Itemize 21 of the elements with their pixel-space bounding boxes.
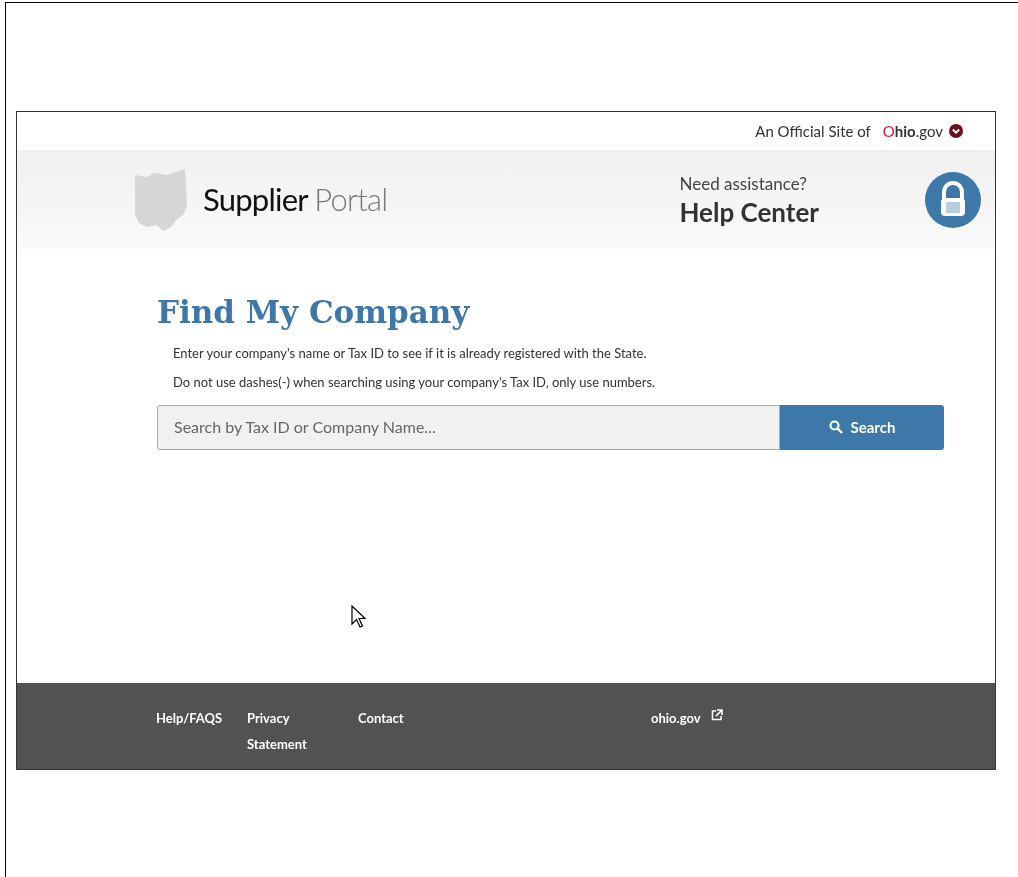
footer-link[interactable]: Privacy Statement [247,705,317,757]
search-field[interactable]: Search by Tax ID or Company Name... [157,404,780,450]
footer-link[interactable]: Contact [358,705,478,731]
brand-subtitle: Portal [314,180,388,219]
state-map-icon [133,168,189,231]
page-title: Find My Company [157,293,471,332]
help-center-link[interactable]: Help Center [679,196,819,229]
external-footer-link[interactable]: ohio.gov [651,705,723,731]
search-button[interactable]: Search [780,404,944,450]
search-icon [828,420,843,435]
mouse-cursor-icon [351,605,367,629]
chevron-down-icon[interactable] [949,124,963,138]
instruction-text: Do not use dashes(-) when searching using your company's Tax ID, only use numbers. [173,373,657,393]
assistance-prompt: Need assistance? [679,171,808,196]
instruction-text: Enter your company's name or Tax ID to see if it is already registered with the State. [173,343,648,363]
brand-title: Supplier [203,180,308,219]
ohio-gov-logo[interactable]: Ohio.gov [882,119,943,143]
external-link-icon [710,709,723,721]
footer-link[interactable]: Help/FAQS [156,705,247,731]
official-site-label: An Official Site of [755,120,871,142]
padlock-icon[interactable] [925,171,981,228]
